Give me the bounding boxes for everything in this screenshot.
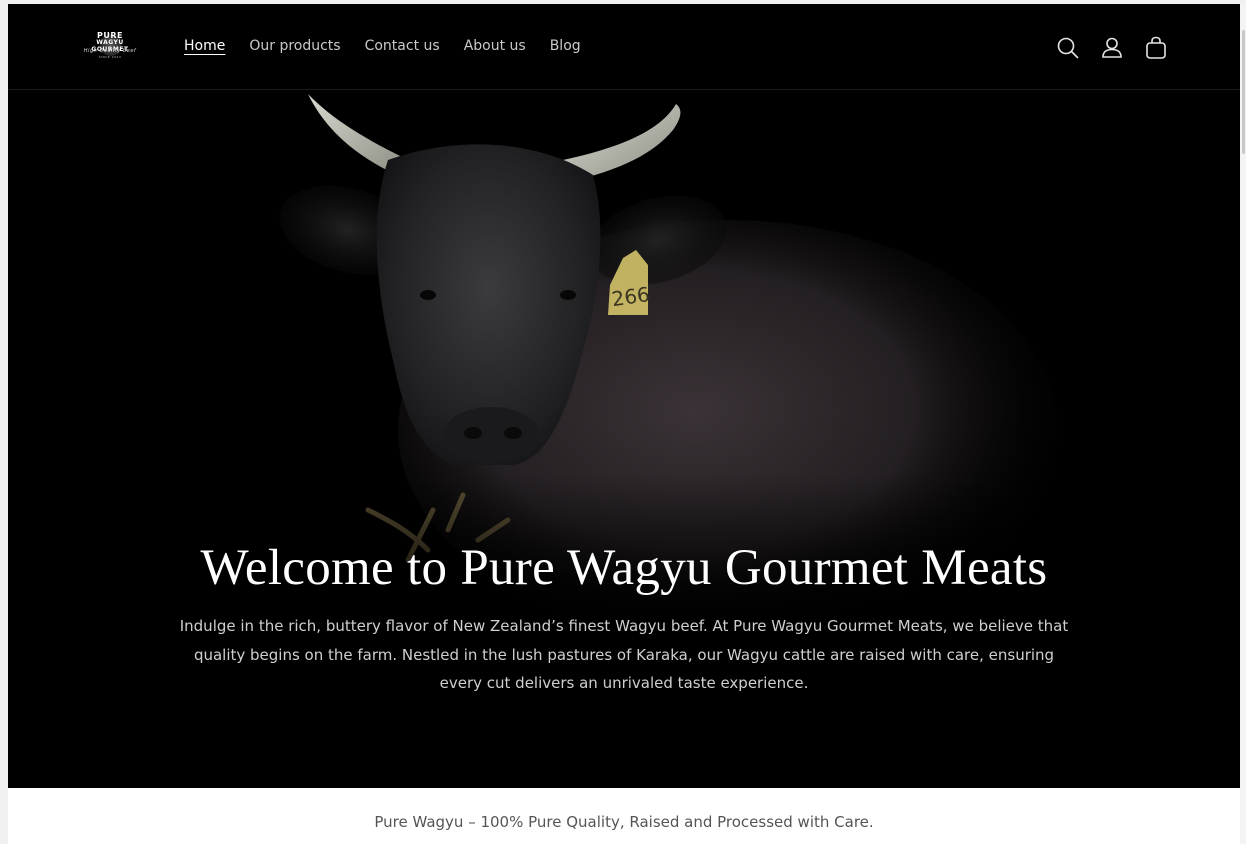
nav-our-products[interactable]: Our products — [249, 36, 340, 58]
site-header: PURE WAGYU GOURMET High Quality Beef SIN… — [8, 4, 1240, 90]
browser-viewport: PURE WAGYU GOURMET High Quality Beef SIN… — [8, 4, 1240, 844]
hero-section: 266 Welcome to Pure Wagyu Gourmet Meats … — [8, 90, 1240, 788]
nav-blog[interactable]: Blog — [550, 36, 581, 58]
account-icon[interactable] — [1098, 34, 1126, 62]
announcement-text: Pure Wagyu – 100% Pure Quality, Raised a… — [374, 813, 874, 831]
page-scrollbar[interactable] — [1240, 4, 1246, 844]
header-icons — [1054, 34, 1186, 62]
nav-about-us[interactable]: About us — [464, 36, 526, 58]
search-icon[interactable] — [1054, 34, 1082, 62]
hero-description: Indulge in the rich, buttery flavor of N… — [179, 617, 1069, 692]
announcement-band: Pure Wagyu – 100% Pure Quality, Raised a… — [8, 788, 1240, 844]
scrollbar-thumb[interactable] — [1242, 30, 1245, 154]
nav-home[interactable]: Home — [184, 36, 225, 58]
nav-contact-us[interactable]: Contact us — [365, 36, 440, 58]
logo-line-4: SINCE 2023 — [98, 55, 122, 59]
cart-icon[interactable] — [1142, 34, 1170, 62]
main-nav: Home Our products Contact us About us Bl… — [184, 36, 605, 58]
hero-title: Welcome to Pure Wagyu Gourmet Meats — [200, 540, 1048, 596]
logo-line-3: High Quality Beef — [83, 48, 137, 54]
site-logo[interactable]: PURE WAGYU GOURMET High Quality Beef SIN… — [78, 30, 142, 64]
